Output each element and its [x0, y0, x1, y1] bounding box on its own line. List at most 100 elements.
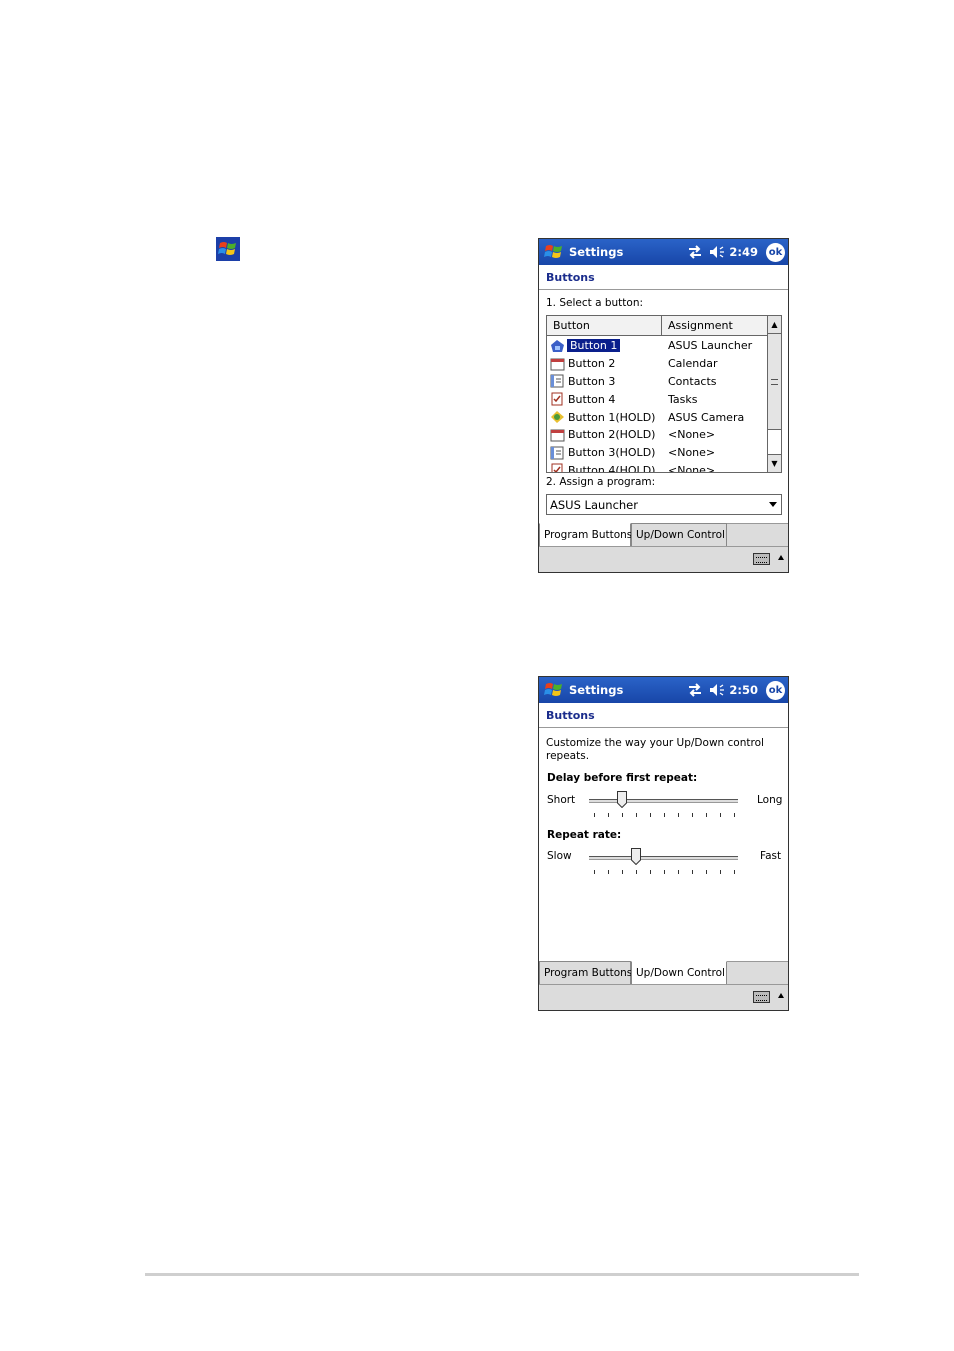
description-text: Customize the way your Up/Down control r… — [546, 737, 764, 762]
slider-tick — [692, 813, 693, 817]
list-scrollbar[interactable]: ▲ ▼ — [767, 316, 781, 472]
tab-program-buttons[interactable]: Program Buttons — [539, 961, 632, 985]
slider-ticks — [594, 813, 735, 818]
tasks-icon — [551, 463, 563, 472]
slider-tick — [650, 813, 651, 817]
title-bar: Settings 2:49 ok — [539, 239, 788, 265]
slider-tick — [636, 813, 637, 817]
page-title: Buttons — [546, 271, 595, 284]
slider-thumb[interactable] — [616, 791, 627, 808]
input-selector-arrow-icon[interactable] — [778, 993, 784, 998]
button-assignment: ASUS Camera — [668, 410, 745, 424]
tab-bar: Program Buttons Up/Down Control — [539, 523, 788, 547]
calendar-icon — [550, 429, 565, 442]
list-item-button-4-hold[interactable]: Button 4(HOLD) <None> — [547, 462, 768, 473]
keyboard-icon[interactable] — [753, 991, 770, 1003]
calendar-icon — [550, 358, 565, 371]
list-item-button-1-hold[interactable]: Button 1(HOLD) ASUS Camera — [547, 408, 768, 426]
slider-tick — [622, 870, 623, 874]
slider-tick — [608, 813, 609, 817]
slider-track[interactable] — [589, 799, 738, 803]
slider-tick — [720, 870, 721, 874]
slider-ticks — [594, 870, 735, 875]
button-name: Button 2 — [568, 357, 616, 371]
scroll-up-icon[interactable]: ▲ — [768, 316, 781, 334]
tab-bar: Program Buttons Up/Down Control — [539, 961, 788, 985]
repeat-rate-slider[interactable] — [589, 848, 738, 878]
button-name: Button 1(HOLD) — [568, 410, 656, 424]
command-bar — [539, 984, 788, 1010]
tab-up-down-control[interactable]: Up/Down Control — [631, 523, 727, 547]
connectivity-icon[interactable] — [687, 683, 703, 697]
select-button-label: 1. Select a button: — [546, 297, 644, 309]
windows-start-icon[interactable] — [541, 241, 565, 263]
button-assignment: <None> — [668, 463, 716, 473]
app-title: Settings — [569, 245, 624, 259]
list-item-button-4[interactable]: Button 4 Tasks — [547, 390, 768, 408]
slider-tick — [636, 870, 637, 874]
column-header-button[interactable]: Button — [547, 316, 662, 336]
button-assignment: Contacts — [668, 374, 717, 388]
button-assignment: ASUS Launcher — [668, 339, 753, 353]
page-header: Buttons — [539, 265, 788, 290]
button-name: Button 1 — [567, 339, 621, 353]
slider-thumb[interactable] — [630, 848, 641, 865]
tasks-icon — [551, 392, 563, 406]
slider-tick — [650, 870, 651, 874]
button-name: Button 3 — [568, 374, 616, 388]
windows-start-icon[interactable] — [541, 679, 565, 701]
slider-tick — [594, 870, 595, 874]
button-name: Button 4(HOLD) — [568, 463, 656, 473]
ok-button[interactable]: ok — [766, 242, 785, 262]
slider-tick — [720, 813, 721, 817]
column-header-assignment[interactable]: Assignment — [662, 316, 768, 336]
button-list[interactable]: Button Assignment Button 1 ASUS Launcher… — [546, 315, 782, 473]
slider-track[interactable] — [589, 856, 738, 860]
ok-button[interactable]: ok — [766, 680, 785, 700]
slider-tick — [664, 813, 665, 817]
slider-tick — [678, 870, 679, 874]
delay-slider[interactable] — [589, 791, 738, 821]
tab-up-down-control[interactable]: Up/Down Control — [631, 961, 727, 985]
windows-start-icon — [216, 237, 240, 261]
tab-program-buttons[interactable]: Program Buttons — [539, 523, 632, 547]
button-name: Button 4 — [568, 392, 616, 406]
slider-tick — [608, 870, 609, 874]
settings-buttons-screen-program: Settings 2:49 ok Buttons 1. Select a but… — [538, 238, 789, 573]
clock[interactable]: 2:49 — [729, 245, 758, 259]
keyboard-icon[interactable] — [753, 553, 770, 565]
chevron-down-icon[interactable] — [769, 502, 777, 507]
connectivity-icon[interactable] — [687, 245, 703, 259]
slider-tick — [622, 813, 623, 817]
page-header: Buttons — [539, 703, 788, 728]
button-assignment: Tasks — [668, 392, 698, 406]
slider-tick — [692, 870, 693, 874]
list-item-button-3-hold[interactable]: Button 3(HOLD) <None> — [547, 444, 768, 462]
volume-icon[interactable] — [709, 245, 725, 259]
repeat-rate-label: Repeat rate: — [547, 829, 622, 841]
button-assignment: <None> — [668, 428, 716, 442]
assign-program-label: 2. Assign a program: — [546, 476, 656, 488]
list-item-button-2-hold[interactable]: Button 2(HOLD) <None> — [547, 426, 768, 444]
list-item-button-1[interactable]: Button 1 ASUS Launcher — [547, 337, 768, 355]
page-footer-divider — [145, 1273, 859, 1276]
button-name: Button 3(HOLD) — [568, 446, 656, 460]
list-item-button-3[interactable]: Button 3 Contacts — [547, 373, 768, 391]
contacts-icon — [550, 374, 564, 388]
page-title: Buttons — [546, 709, 595, 722]
program-select[interactable]: ASUS Launcher — [546, 494, 782, 515]
input-selector-arrow-icon[interactable] — [778, 555, 784, 560]
asus-camera-icon — [551, 411, 564, 424]
app-title: Settings — [569, 683, 624, 697]
list-item-button-2[interactable]: Button 2 Calendar — [547, 355, 768, 373]
slider-tick — [594, 813, 595, 817]
slider-tick — [734, 870, 735, 874]
volume-icon[interactable] — [709, 683, 725, 697]
clock[interactable]: 2:50 — [729, 683, 758, 697]
delay-label: Delay before first repeat: — [547, 772, 698, 784]
slider-tick — [706, 813, 707, 817]
settings-buttons-screen-updown: Settings 2:50 ok Buttons Customize the w… — [538, 676, 789, 1011]
scrollbar-thumb[interactable] — [768, 334, 781, 430]
list-header: Button Assignment — [547, 316, 768, 336]
scroll-down-icon[interactable]: ▼ — [768, 454, 781, 472]
